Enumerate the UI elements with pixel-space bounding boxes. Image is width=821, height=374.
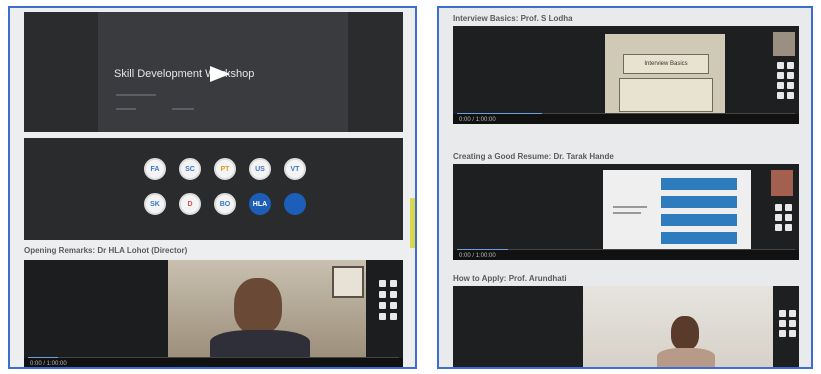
control-dot: [779, 310, 786, 317]
participant-bubble: [284, 193, 306, 215]
interview-basics-panel: Interview Basics 0:00 / 1:00:00: [453, 26, 799, 124]
control-dot: [379, 280, 386, 287]
speaker-thumbnail: [771, 170, 793, 196]
control-dot: [787, 62, 794, 69]
control-grid: [775, 204, 792, 231]
resume-slide: [603, 170, 751, 252]
participant-bubble: BO: [214, 193, 236, 215]
control-dot: [775, 224, 782, 231]
control-grid: [777, 62, 794, 99]
right-photo: Interview Basics: Prof. S Lodha Intervie…: [437, 6, 813, 369]
participant-bubble: PT: [214, 158, 236, 180]
control-dot: [787, 82, 794, 89]
opening-remarks-caption: Opening Remarks: Dr HLA Lohot (Director): [24, 246, 188, 255]
video-time: 0:00 / 1:00:00: [459, 253, 496, 259]
participant-bubble: VT: [284, 158, 306, 180]
wall-frame: [332, 266, 364, 298]
control-dot: [777, 92, 784, 99]
video-time: 0:00 / 1:00:00: [459, 117, 496, 123]
slide-text-line: [613, 212, 641, 214]
left-photo: Skill Development Workshop FA SC PT US V…: [8, 6, 417, 369]
control-dot: [779, 330, 786, 337]
title-slide-panel: Skill Development Workshop: [24, 12, 403, 132]
control-dot: [390, 302, 397, 309]
control-dot: [379, 291, 386, 298]
control-dot: [779, 320, 786, 327]
presentation-slide: Interview Basics: [605, 34, 725, 118]
control-grid: [779, 310, 796, 337]
participant-bubble: SC: [179, 158, 201, 180]
control-dot: [390, 280, 397, 287]
slide-subtext-line: [172, 108, 194, 110]
control-dot: [777, 82, 784, 89]
speaker-body: [657, 348, 715, 367]
slide-subtext-line: [116, 94, 156, 96]
control-dot: [789, 310, 796, 317]
speaker-head: [234, 278, 282, 334]
resume-panel: 0:00 / 1:00:00: [453, 164, 799, 260]
control-dot: [775, 214, 782, 221]
speaker-head: [671, 316, 699, 350]
video-control-bar: 0:00 / 1:00:00: [453, 250, 799, 260]
play-icon: [210, 66, 230, 82]
video-control-bar: 0:00 / 1:00:00: [453, 114, 799, 124]
participants-panel: FA SC PT US VT SK D BO HLA: [24, 138, 403, 240]
slide-content-box: [619, 78, 713, 112]
control-dot: [787, 72, 794, 79]
control-dot: [777, 62, 784, 69]
speaker-video-panel: 0:00 / 1:00:00: [24, 260, 403, 367]
speaker-thumbnail: [773, 32, 795, 56]
speaker-body: [210, 330, 310, 360]
control-dot: [785, 224, 792, 231]
slide-heading-box: Interview Basics: [623, 54, 709, 74]
video-time: 0:00 / 1:00:00: [30, 361, 67, 367]
slide-item: [661, 178, 737, 190]
slide-item: [661, 196, 737, 208]
slide-subtext-line: [116, 108, 136, 110]
participant-bubble: US: [249, 158, 271, 180]
control-dot: [379, 302, 386, 309]
control-dot: [390, 291, 397, 298]
participant-bubble: FA: [144, 158, 166, 180]
slide-item: [661, 232, 737, 244]
control-dot: [775, 204, 782, 211]
control-dot: [785, 214, 792, 221]
control-dot: [379, 313, 386, 320]
participant-bubble: HLA: [249, 193, 271, 215]
control-dot: [789, 330, 796, 337]
section-caption-2: Creating a Good Resume: Dr. Tarak Hande: [453, 152, 614, 161]
control-dot: [390, 313, 397, 320]
section-caption-3: How to Apply: Prof. Arundhati: [453, 274, 567, 283]
video-control-bar: 0:00 / 1:00:00: [24, 358, 403, 367]
section-caption-1: Interview Basics: Prof. S Lodha: [453, 14, 573, 23]
participant-bubble: D: [179, 193, 201, 215]
control-dot: [785, 204, 792, 211]
slide-title: Skill Development Workshop: [114, 68, 255, 80]
participant-bubble: SK: [144, 193, 166, 215]
control-grid: [379, 280, 397, 320]
control-dot: [787, 92, 794, 99]
control-dot: [789, 320, 796, 327]
page-edge-highlight: [410, 198, 415, 248]
apply-panel: [453, 286, 799, 367]
slide-item: [661, 214, 737, 226]
slide-text-line: [613, 206, 647, 208]
control-dot: [777, 72, 784, 79]
